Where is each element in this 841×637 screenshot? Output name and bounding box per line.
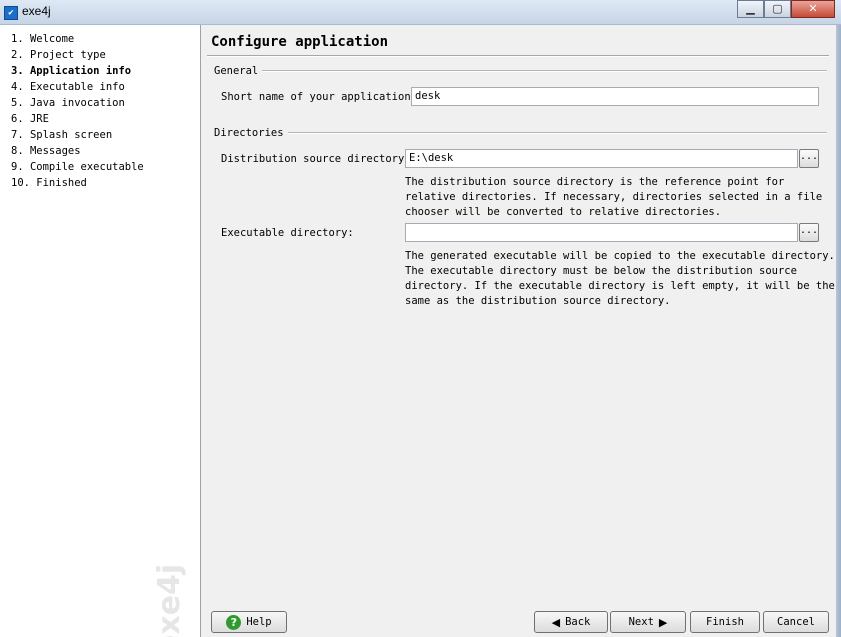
help-icon: ? [226, 614, 242, 630]
step-welcome: 1. Welcome [11, 33, 75, 45]
page-title: Configure application [211, 34, 389, 50]
executable-dir-help-line: The executable directory must be below t… [405, 265, 797, 277]
help-button[interactable]: ? Help [211, 611, 287, 633]
exe4j-watermark-logo: exe4j [152, 563, 187, 637]
step-jre: 6. JRE [11, 113, 49, 125]
finish-button[interactable]: Finish [690, 611, 760, 633]
close-icon[interactable]: ✕ [791, 0, 835, 18]
wizard-step-list: 1. Welcome 2. Project type 3. Applicatio… [0, 25, 201, 637]
distribution-dir-help-line: chooser will be converted to relative di… [405, 206, 722, 218]
step-compile-executable: 9. Compile executable [11, 161, 144, 173]
short-name-label: Short name of your application: [221, 91, 417, 103]
step-application-info: 3. Application info [11, 65, 132, 77]
executable-dir-help-line: directory. If the executable directory i… [405, 280, 835, 292]
step-finished: 10. Finished [11, 177, 87, 189]
title-bar: ✔ exe4j ▁ ▢ ✕ [0, 0, 841, 25]
distribution-dir-help-line: relative directories. If necessary, dire… [405, 191, 823, 203]
cancel-button[interactable]: Cancel [763, 611, 829, 633]
next-button[interactable]: Next ▶ [610, 611, 686, 633]
distribution-dir-browse-button[interactable]: ... [799, 149, 819, 168]
arrow-right-icon: ▶ [658, 615, 668, 629]
executable-dir-help-line: The generated executable will be copied … [405, 250, 835, 262]
minimize-icon[interactable]: ▁ [737, 0, 764, 18]
executable-dir-help-line: same as the distribution source director… [405, 295, 671, 307]
distribution-dir-help-line: The distribution source directory is the… [405, 176, 785, 188]
executable-dir-help-text: The generated executable will be copied … [405, 249, 835, 309]
next-button-label: Next [628, 616, 654, 628]
distribution-dir-label: Distribution source directory: [221, 153, 411, 165]
executable-dir-input[interactable] [405, 223, 798, 242]
step-splash-screen: 7. Splash screen [11, 129, 113, 141]
back-button[interactable]: ◀ Back [534, 611, 608, 633]
step-messages: 8. Messages [11, 145, 81, 157]
arrow-left-icon: ◀ [551, 615, 561, 629]
title-divider [207, 55, 829, 57]
cancel-button-label: Cancel [777, 616, 815, 628]
window-right-border [836, 25, 841, 637]
executable-dir-label: Executable directory: [221, 227, 354, 239]
distribution-dir-input[interactable]: E:\desk [405, 149, 798, 168]
distribution-dir-help-text: The distribution source directory is the… [405, 175, 825, 220]
maximize-icon[interactable]: ▢ [764, 0, 791, 18]
general-group-line [261, 70, 827, 72]
executable-dir-browse-button[interactable]: ... [799, 223, 819, 242]
directories-group-label: Directories [214, 127, 288, 139]
directories-group-line [285, 132, 827, 134]
back-button-label: Back [565, 616, 591, 628]
window-title: exe4j [22, 4, 51, 18]
finish-button-label: Finish [706, 616, 744, 628]
step-java-invocation: 5. Java invocation [11, 97, 125, 109]
step-project-type: 2. Project type [11, 49, 106, 61]
window-controls: ▁ ▢ ✕ [737, 0, 835, 18]
general-group-label: General [214, 65, 263, 77]
step-executable-info: 4. Executable info [11, 81, 125, 93]
main-panel: Configure application General Short name… [201, 25, 836, 637]
help-button-label: Help [246, 616, 272, 628]
exe4j-app-icon: ✔ [4, 6, 18, 20]
short-name-input[interactable]: desk [411, 87, 819, 106]
